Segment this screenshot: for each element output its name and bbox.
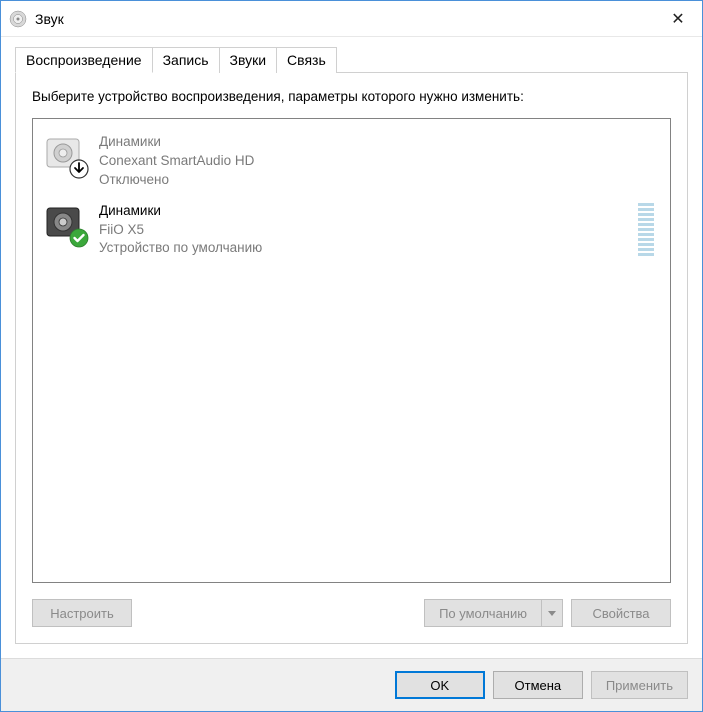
window-title: Звук — [35, 11, 656, 27]
sound-app-icon — [9, 10, 27, 28]
disabled-badge-icon — [69, 159, 89, 179]
tab-strip: Воспроизведение Запись Звуки Связь — [15, 47, 688, 73]
device-name: Динамики — [99, 133, 660, 152]
device-item[interactable]: Динамики Conexant SmartAudio HD Отключен… — [39, 127, 664, 196]
device-icon-wrap — [43, 202, 87, 246]
close-icon: ✕ — [671, 9, 684, 29]
device-driver: Conexant SmartAudio HD — [99, 152, 660, 171]
configure-button[interactable]: Настроить — [32, 599, 132, 627]
level-meter — [638, 202, 654, 256]
tab-playback[interactable]: Воспроизведение — [15, 47, 153, 73]
ok-button[interactable]: OK — [395, 671, 485, 699]
titlebar: Звук ✕ — [1, 1, 702, 37]
panel-button-row: Настроить По умолчанию Свойства — [32, 599, 671, 627]
playback-panel: Выберите устройство воспроизведения, пар… — [15, 72, 688, 644]
content-area: Воспроизведение Запись Звуки Связь Выбер… — [1, 37, 702, 658]
cancel-button[interactable]: Отмена — [493, 671, 583, 699]
apply-button[interactable]: Применить — [591, 671, 688, 699]
instruction-text: Выберите устройство воспроизведения, пар… — [32, 89, 671, 104]
device-list[interactable]: Динамики Conexant SmartAudio HD Отключен… — [32, 118, 671, 583]
set-default-button[interactable]: По умолчанию — [424, 599, 541, 627]
tab-recording[interactable]: Запись — [152, 47, 220, 73]
chevron-down-icon — [548, 611, 556, 616]
device-status: Устройство по умолчанию — [99, 239, 630, 258]
device-driver: FiiO X5 — [99, 221, 630, 240]
device-info: Динамики FiiO X5 Устройство по умолчанию — [99, 202, 630, 259]
default-check-icon — [69, 228, 89, 248]
dialog-button-row: OK Отмена Применить — [1, 658, 702, 711]
device-status: Отключено — [99, 171, 660, 190]
device-name: Динамики — [99, 202, 630, 221]
tab-sounds[interactable]: Звуки — [219, 47, 278, 73]
device-icon-wrap — [43, 133, 87, 177]
set-default-split-button[interactable]: По умолчанию — [424, 599, 563, 627]
properties-button[interactable]: Свойства — [571, 599, 671, 627]
close-button[interactable]: ✕ — [656, 4, 700, 34]
device-info: Динамики Conexant SmartAudio HD Отключен… — [99, 133, 660, 190]
set-default-dropdown[interactable] — [541, 599, 563, 627]
device-item[interactable]: Динамики FiiO X5 Устройство по умолчанию — [39, 196, 664, 265]
tab-communications[interactable]: Связь — [276, 47, 337, 73]
sound-dialog: Звук ✕ Воспроизведение Запись Звуки Связ… — [0, 0, 703, 712]
